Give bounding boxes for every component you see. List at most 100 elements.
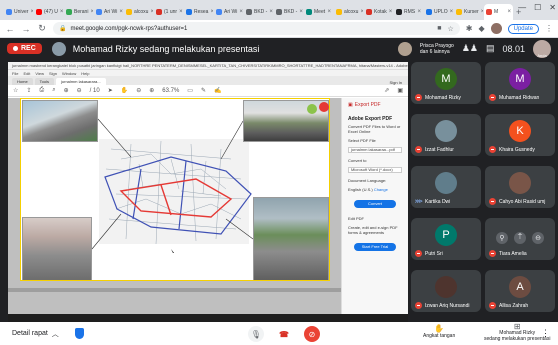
print-icon[interactable]: ⎙: [39, 87, 44, 94]
tab-close-icon[interactable]: ×: [507, 9, 511, 15]
hand-tool-icon[interactable]: ✋: [121, 87, 128, 94]
update-button[interactable]: Update: [507, 23, 539, 34]
tab-close-icon[interactable]: ×: [450, 9, 453, 15]
change-link[interactable]: Change: [374, 187, 388, 192]
share-icon[interactable]: ⇗: [384, 87, 389, 94]
browser-tab[interactable]: Ari Wi ×: [214, 4, 243, 20]
browser-tab[interactable]: (1 unr ×: [154, 4, 183, 20]
browser-tab[interactable]: BKD - ×: [244, 4, 273, 20]
participant-tile[interactable]: Izzat Fadhlur: [411, 114, 481, 156]
horizontal-scrollbar[interactable]: [8, 288, 341, 292]
participant-tile[interactable]: A Allisa Zahrah: [485, 270, 555, 312]
browser-tab[interactable]: alcoxu ×: [124, 4, 153, 20]
url-input[interactable]: 🔒 meet.google.com/pgk-ncwk-rps?authuser=…: [53, 22, 460, 35]
tab-close-icon[interactable]: ×: [150, 9, 153, 15]
tab-close-icon[interactable]: ×: [210, 9, 213, 15]
forward-icon[interactable]: →: [21, 24, 31, 34]
tab-close-icon[interactable]: ×: [327, 9, 331, 15]
browser-tab[interactable]: BKD - ×: [274, 4, 303, 20]
close-window-icon[interactable]: ✕: [549, 3, 556, 12]
zoom-out-icon[interactable]: ⊖: [136, 87, 141, 94]
browser-tab[interactable]: Univer ×: [4, 4, 33, 20]
security-shield-icon[interactable]: [74, 328, 84, 339]
tab-close-icon[interactable]: ×: [481, 9, 483, 15]
browser-tab[interactable]: alcoxu ×: [334, 4, 363, 20]
tab-close-icon[interactable]: ×: [119, 9, 123, 15]
tab-close-icon[interactable]: ×: [360, 9, 363, 15]
more-options-icon[interactable]: ⋮: [541, 328, 550, 339]
comment-icon[interactable]: ▭: [187, 87, 193, 94]
pin-icon[interactable]: ⚲: [496, 232, 508, 244]
panel-toggle-icon[interactable]: ▣: [397, 87, 403, 94]
menu-view[interactable]: View: [35, 71, 44, 76]
menu-help[interactable]: Help: [81, 71, 89, 76]
browser-menu-icon[interactable]: ⋮: [545, 24, 553, 33]
mic-toggle-button[interactable]: 🎙: [248, 326, 264, 342]
tab-close-icon[interactable]: ×: [299, 9, 303, 15]
tab-close-icon[interactable]: ×: [389, 9, 393, 15]
participant-tile[interactable]: K Khaira Gusnedy: [485, 114, 555, 156]
browser-tab[interactable]: Kotak ×: [364, 4, 393, 20]
participant-tile[interactable]: Izwan Ariq Nursandi: [411, 270, 481, 312]
document-area[interactable]: [8, 98, 341, 322]
back-icon[interactable]: ←: [5, 24, 15, 34]
meeting-details-button[interactable]: Detail rapat ︿: [12, 329, 59, 339]
tab-home[interactable]: Home: [12, 78, 33, 85]
sign-icon[interactable]: ✍: [214, 87, 221, 94]
participant-tile[interactable]: M Muhamad Ridwan: [485, 62, 555, 104]
sign-in-link[interactable]: Sign In: [390, 80, 408, 85]
menu-window[interactable]: Window: [62, 71, 76, 76]
minimize-icon[interactable]: —: [518, 3, 526, 12]
edit-pdf-item[interactable]: Edit PDF: [348, 216, 402, 221]
bookmark-star-icon[interactable]: ☆: [448, 25, 454, 33]
people-icon[interactable]: ♟♟: [462, 43, 478, 54]
export-pdf-title[interactable]: ▣ Export PDF: [348, 102, 402, 108]
next-page-icon[interactable]: ⊖: [77, 87, 82, 94]
tab-close-icon[interactable]: ×: [90, 9, 93, 15]
participant-tile[interactable]: ⋙ Kartika Dwi: [411, 166, 481, 208]
browser-tab[interactable]: (47) U ×: [34, 4, 63, 20]
camera-icon[interactable]: ■: [437, 25, 441, 33]
puzzle-icon[interactable]: ◆: [478, 24, 484, 33]
browser-tab[interactable]: UPLO ×: [424, 4, 453, 20]
browser-tab[interactable]: RMS ×: [394, 4, 423, 20]
tab-close-icon[interactable]: ×: [239, 9, 243, 15]
profile-avatar[interactable]: [490, 23, 502, 34]
tab-tools[interactable]: Tools: [34, 78, 55, 85]
upload-icon[interactable]: ⇪: [26, 87, 31, 94]
zoom-level[interactable]: 63.7%: [162, 88, 179, 94]
mute-participant-icon[interactable]: ⍑: [514, 232, 526, 244]
participant-tile[interactable]: Cahyo Abi Rasid umj: [485, 166, 555, 208]
tab-close-icon[interactable]: ×: [30, 9, 33, 15]
convert-button[interactable]: Convert: [354, 200, 396, 208]
raise-hand-button[interactable]: ✋ Angkat tangan: [423, 324, 455, 339]
camera-off-button[interactable]: ⊘: [304, 326, 320, 342]
prev-page-icon[interactable]: ⊕: [64, 87, 69, 94]
browser-tab[interactable]: Kurser ×: [454, 4, 483, 20]
menu-file[interactable]: File: [12, 71, 18, 76]
chat-icon[interactable]: ▤: [486, 43, 495, 54]
maximize-icon[interactable]: ☐: [534, 3, 541, 12]
free-trial-button[interactable]: Start Free Trial: [354, 243, 396, 251]
remove-participant-icon[interactable]: ⊖: [532, 232, 544, 244]
menu-edit[interactable]: Edit: [23, 71, 30, 76]
tab-close-icon[interactable]: ×: [269, 9, 273, 15]
pen-icon[interactable]: ✎: [201, 87, 206, 94]
find-icon[interactable]: ⌕: [52, 87, 55, 94]
hang-up-button[interactable]: ☎: [276, 326, 292, 342]
browser-tab[interactable]: Ari Wi ×: [94, 4, 123, 20]
zoom-in-icon[interactable]: ⊕: [149, 87, 154, 94]
file-select[interactable]: jurnalmm lakasaraa...pdf: [348, 147, 402, 153]
reload-icon[interactable]: ↻: [37, 23, 47, 34]
tab-document[interactable]: jurnalmm lakasarara...: [56, 78, 106, 85]
pinned-info[interactable]: Prisca Prayogo dan 6 lainnya: [420, 43, 454, 55]
browser-tab[interactable]: Resea ×: [184, 4, 213, 20]
tab-close-icon[interactable]: ×: [60, 9, 63, 15]
participant-tile[interactable]: ⚲ ⍑ ⊖ Tiara Amelia: [485, 218, 555, 260]
extensions-icon[interactable]: ✱: [466, 24, 473, 33]
menu-sign[interactable]: Sign: [49, 71, 57, 76]
tab-close-icon[interactable]: ×: [179, 9, 183, 15]
select-tool-icon[interactable]: ➤: [108, 87, 113, 94]
save-icon[interactable]: ☆: [13, 87, 18, 94]
browser-tab[interactable]: M ×: [484, 4, 513, 20]
